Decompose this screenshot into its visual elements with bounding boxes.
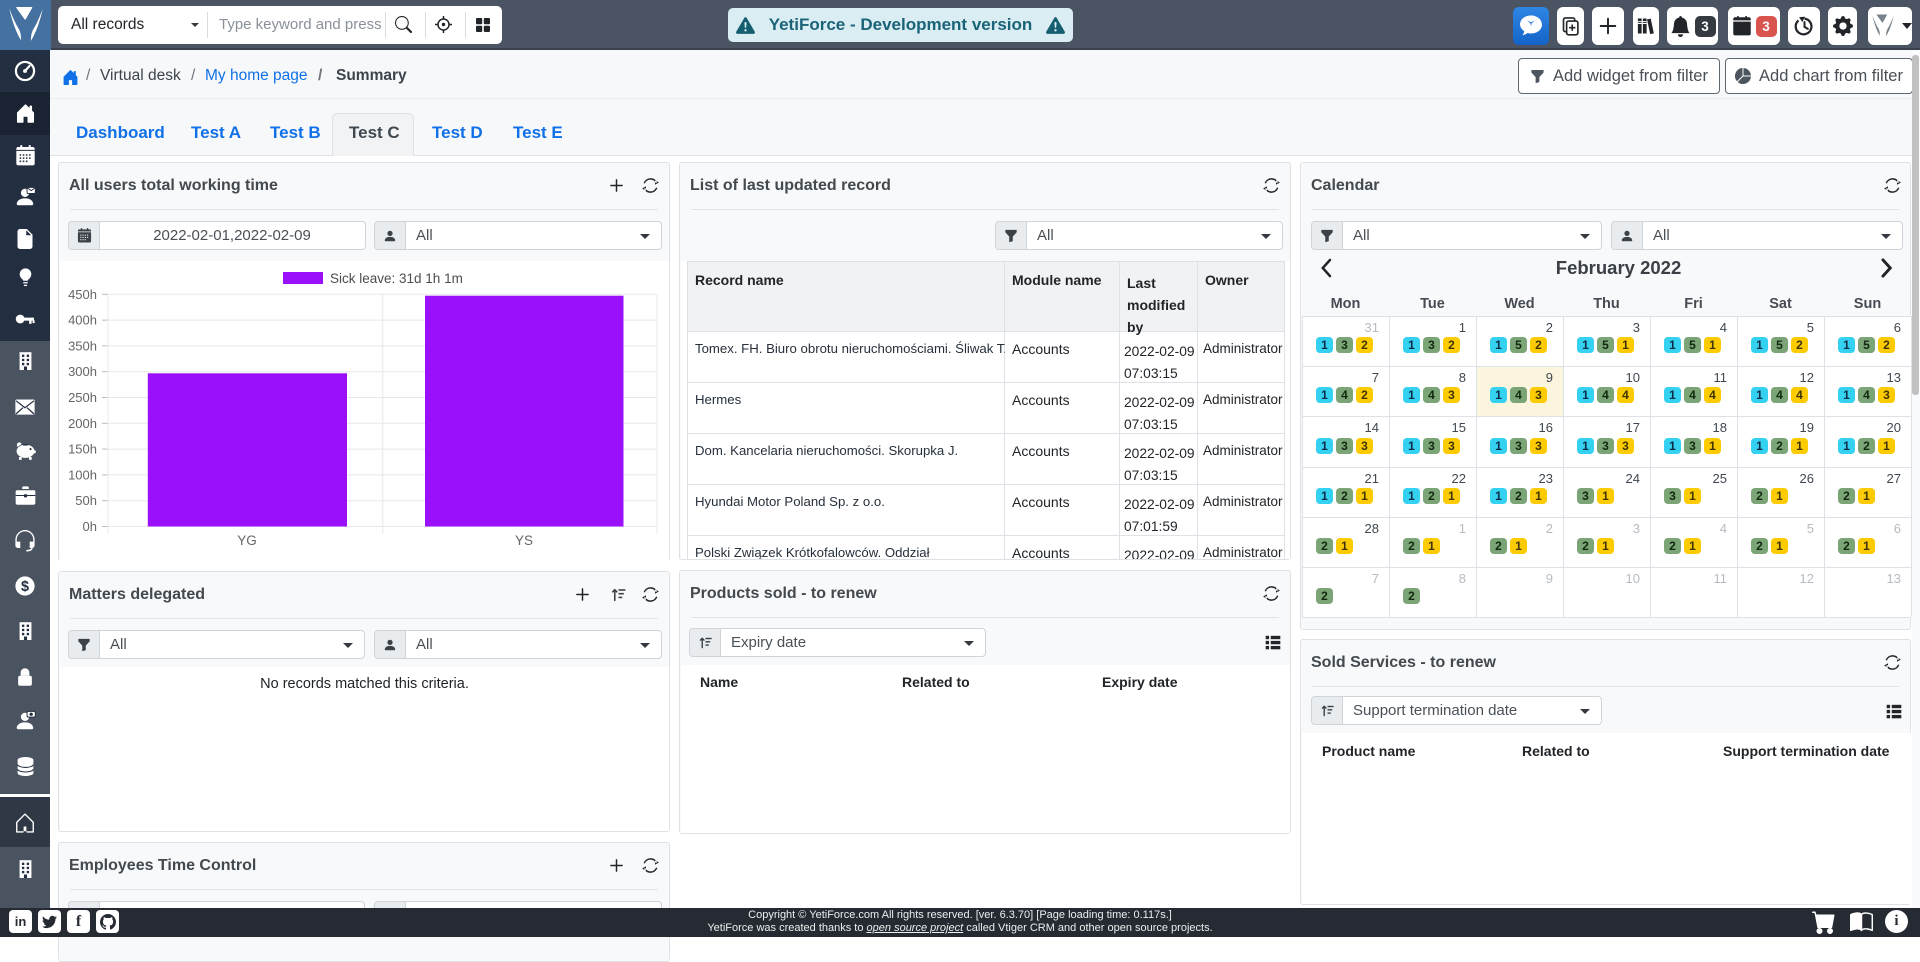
svg-text:400h: 400h (68, 313, 97, 328)
svg-text:YS: YS (515, 533, 533, 548)
svg-text:250h: 250h (68, 390, 97, 405)
svg-text:Sick leave: 31d 1h 1m: Sick leave: 31d 1h 1m (330, 271, 463, 286)
svg-text:$: $ (21, 578, 29, 594)
svg-text:350h: 350h (68, 338, 97, 353)
svg-text:450h: 450h (68, 287, 97, 302)
svg-text:0h: 0h (83, 519, 97, 534)
svg-text:300h: 300h (68, 364, 97, 379)
svg-text:50h: 50h (75, 493, 97, 508)
svg-text:100h: 100h (68, 467, 97, 482)
svg-text:150h: 150h (68, 442, 97, 457)
svg-text:200h: 200h (68, 416, 97, 431)
svg-text:YG: YG (237, 533, 257, 548)
